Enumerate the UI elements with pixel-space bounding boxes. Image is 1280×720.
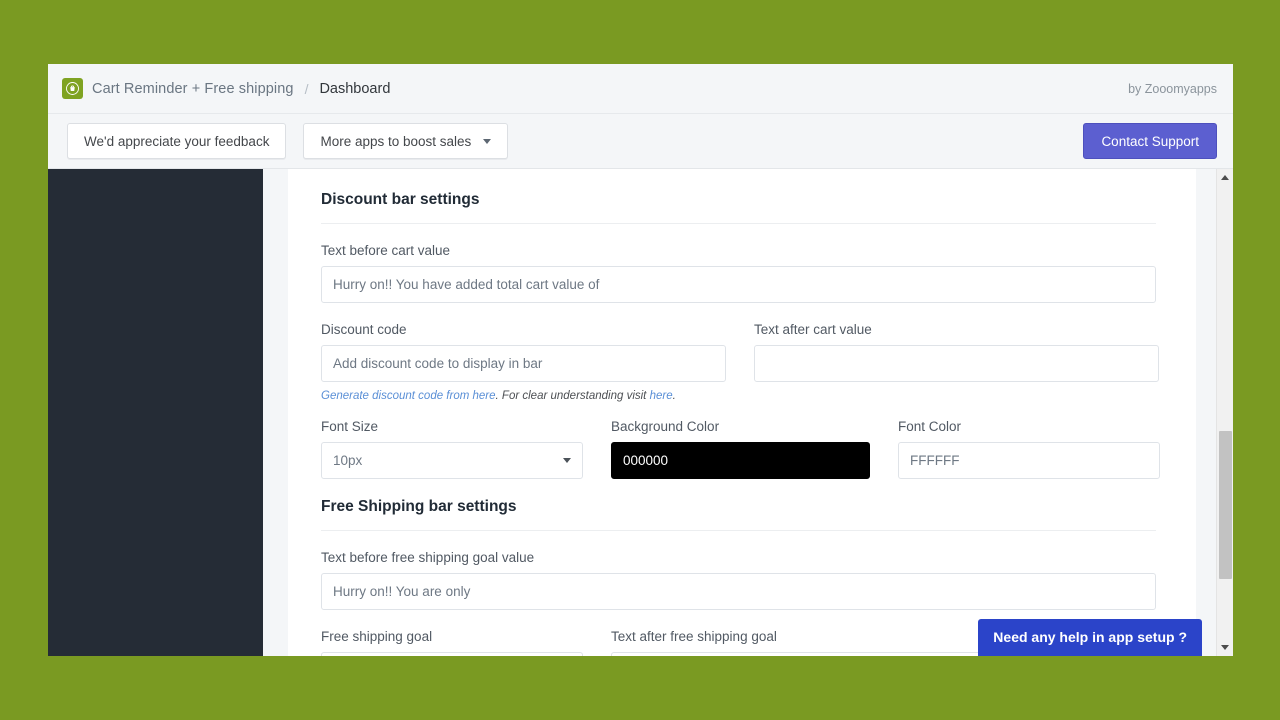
text-before-shipping-goal-input[interactable]: Hurry on!! You are only [321, 573, 1156, 610]
content-area: Discount bar settings Text before cart v… [263, 169, 1233, 656]
shipping-section-title: Free Shipping bar settings [321, 498, 517, 515]
vendor-byline: by Zooomyapps [1128, 81, 1217, 96]
section-divider [321, 223, 1156, 224]
feedback-button-label: We'd appreciate your feedback [84, 133, 270, 149]
feedback-button[interactable]: We'd appreciate your feedback [67, 123, 287, 159]
text-before-cart-value-label: Text before cart value [321, 243, 451, 258]
font-color-input[interactable]: FFFFFF [898, 442, 1160, 479]
action-bar: We'd appreciate your feedback More apps … [48, 114, 1233, 169]
generate-discount-code-link[interactable]: Generate discount code from here [321, 390, 496, 402]
helper-end-text: . [672, 390, 676, 402]
breadcrumb: Cart Reminder + Free shipping / Dashboar… [62, 78, 390, 99]
breadcrumb-separator: / [304, 80, 309, 97]
chevron-down-icon [483, 138, 492, 144]
font-size-value: 10px [333, 453, 363, 468]
font-size-select[interactable]: 10px [321, 442, 583, 479]
page-title: Dashboard [319, 80, 391, 97]
app-window: Cart Reminder + Free shipping / Dashboar… [48, 64, 1233, 656]
text-before-cart-value-input[interactable]: Hurry on!! You have added total cart val… [321, 266, 1156, 303]
contact-support-label: Contact Support [1101, 133, 1199, 149]
field-text-after-cart-value: Text after cart value [754, 322, 1159, 382]
triangle-down-icon [1221, 645, 1229, 650]
app-header: Cart Reminder + Free shipping / Dashboar… [48, 64, 1233, 114]
field-text-before-cart-value: Text before cart value Hurry on!! You ha… [321, 243, 1156, 303]
background-color-input[interactable]: 000000 [611, 442, 870, 479]
scrollbar-track[interactable] [1217, 186, 1233, 639]
scroll-up-button[interactable] [1217, 169, 1234, 186]
help-banner-label: Need any help in app setup ? [993, 629, 1187, 645]
scrollbar-thumb[interactable] [1219, 431, 1232, 579]
discount-section-title: Discount bar settings [321, 191, 480, 208]
shopping-bag-icon [62, 78, 83, 99]
background-color-label: Background Color [611, 419, 720, 434]
settings-card: Discount bar settings Text before cart v… [288, 169, 1196, 656]
style-row: Font Size 10px Background Color 000000 F… [321, 419, 1160, 498]
font-color-label: Font Color [898, 419, 962, 434]
chevron-down-icon [563, 458, 571, 463]
discount-code-label: Discount code [321, 322, 407, 337]
sidebar[interactable] [48, 169, 263, 656]
scroll-down-button[interactable] [1217, 639, 1234, 656]
field-background-color: Background Color 000000 [611, 419, 870, 479]
font-size-label: Font Size [321, 419, 379, 434]
contact-support-button[interactable]: Contact Support [1083, 123, 1217, 159]
app-name-link[interactable]: Cart Reminder + Free shipping [92, 81, 294, 97]
helper-mid-text: . For clear understanding visit [495, 390, 650, 402]
free-shipping-goal-input[interactable] [321, 652, 583, 656]
field-free-shipping-goal: Free shipping goal [321, 629, 583, 656]
field-font-size: Font Size 10px [321, 419, 583, 479]
text-before-shipping-goal-label: Text before free shipping goal value [321, 550, 535, 565]
understanding-here-link[interactable]: here [650, 390, 673, 402]
app-body: Discount bar settings Text before cart v… [48, 169, 1233, 656]
discount-helper-text: Generate discount code from here. For cl… [321, 390, 1156, 402]
free-shipping-goal-label: Free shipping goal [321, 629, 433, 644]
field-font-color: Font Color FFFFFF [898, 419, 1160, 479]
text-after-cart-value-input[interactable] [754, 345, 1159, 382]
discount-code-input[interactable]: Add discount code to display in bar [321, 345, 726, 382]
text-after-cart-value-label: Text after cart value [754, 322, 872, 337]
help-banner[interactable]: Need any help in app setup ? [978, 619, 1202, 656]
vertical-scrollbar[interactable] [1216, 169, 1233, 656]
more-apps-label: More apps to boost sales [320, 133, 472, 149]
triangle-up-icon [1221, 175, 1229, 180]
field-text-before-shipping-goal: Text before free shipping goal value Hur… [321, 550, 1156, 610]
field-discount-code: Discount code Add discount code to displ… [321, 322, 726, 382]
more-apps-dropdown[interactable]: More apps to boost sales [303, 123, 509, 159]
section-divider [321, 530, 1156, 531]
